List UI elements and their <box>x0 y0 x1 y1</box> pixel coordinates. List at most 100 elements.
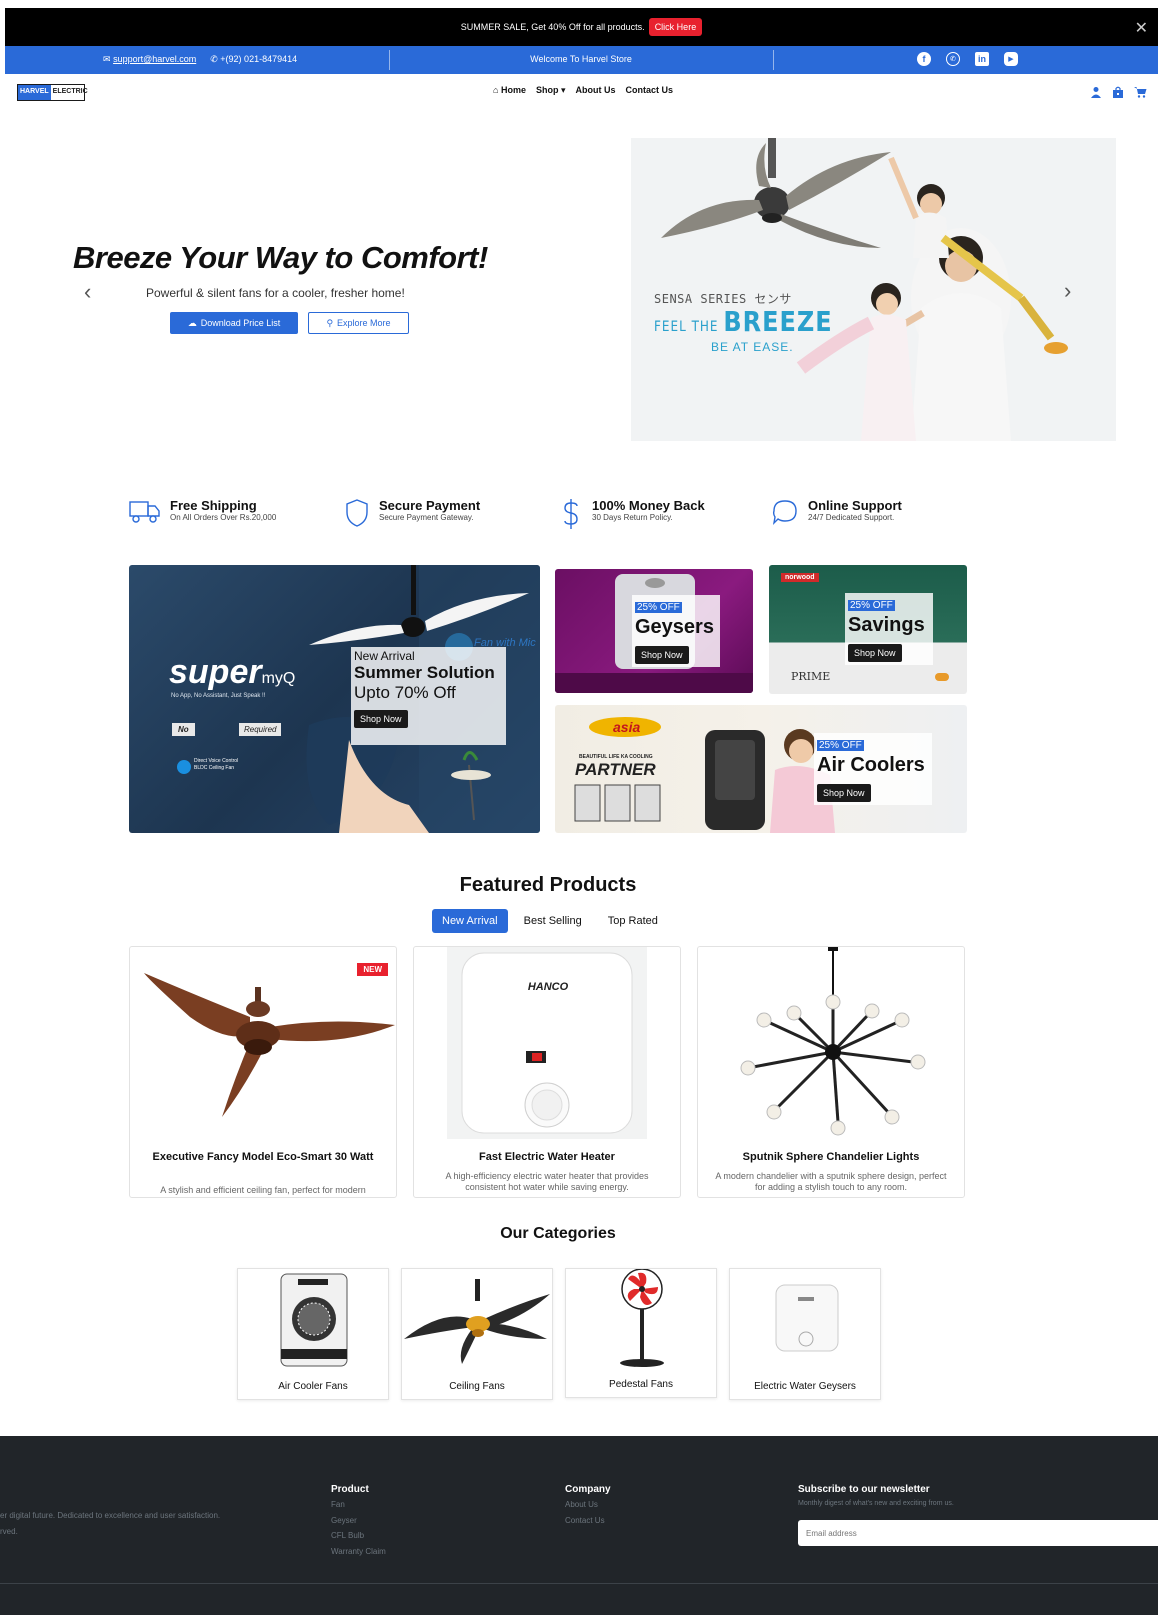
hero-banner-image: SENSA SERIES センサ FEEL THE BREEZE BE AT E… <box>631 138 1116 441</box>
click-here-button[interactable]: Click Here <box>648 18 703 36</box>
footer-link-fan[interactable]: Fan <box>331 1500 345 1509</box>
tab-new-arrival[interactable]: New Arrival <box>432 909 508 933</box>
sale-text: SUMMER SALE, Get 40% Off for all product… <box>460 22 645 32</box>
banner-new-arrival-tag: New Arrival <box>354 649 415 663</box>
hero-prev-arrow-icon[interactable]: ‹ <box>84 279 91 305</box>
banner-geysers[interactable]: 25% OFF Geysers Shop Now <box>555 569 753 693</box>
category-name: Electric Water Geysers <box>754 1381 856 1392</box>
brand-super-text: super <box>169 653 262 691</box>
water-geyser-icon <box>775 1284 839 1352</box>
category-card-pedestal-fans[interactable]: Pedestal Fans <box>565 1268 717 1398</box>
banner-air-coolers[interactable]: asia BEAUTIFUL LIFE KA COOLING PARTNER 2… <box>555 705 967 833</box>
footer-link-contact[interactable]: Contact Us <box>565 1516 605 1525</box>
shield-icon <box>346 499 368 527</box>
category-card-water-geysers[interactable]: Electric Water Geysers <box>729 1268 881 1400</box>
feature-subtitle: 24/7 Dedicated Support. <box>808 513 895 522</box>
facebook-icon[interactable]: f <box>917 52 931 66</box>
product-description: A high-efficiency electric water heater … <box>445 1171 649 1192</box>
contact-bar: ✉ support@harvel.com ✆ +(92) 021-8479414… <box>5 46 1158 74</box>
explore-more-label: Explore More <box>337 318 391 328</box>
feature-money-back: 100% Money Back 30 Days Return Policy. <box>560 498 705 530</box>
hero-image-breeze: BREEZE <box>723 305 833 339</box>
welcome-text: Welcome To Harvel Store <box>530 54 632 64</box>
header-icons <box>1090 86 1147 98</box>
discount-tag: 25% OFF <box>848 600 895 611</box>
explore-more-button[interactable]: ⚲ Explore More <box>308 312 409 334</box>
banner-main-offer: Upto 70% Off <box>354 683 456 702</box>
hero-title: Breeze Your Way to Comfort! <box>73 240 488 275</box>
banner-coolers-overlay: 25% OFF Air Coolers Shop Now <box>814 733 932 805</box>
sale-announcement-bar: SUMMER SALE, Get 40% Off for all product… <box>5 8 1158 46</box>
linkedin-icon[interactable]: in <box>975 52 989 66</box>
banner-savings-overlay: 25% OFF Savings Shop Now <box>845 593 933 665</box>
ceiling-fan-icon <box>404 1279 550 1364</box>
voice-line-1: Direct Voice Control <box>194 758 239 764</box>
feature-title: Secure Payment <box>379 498 481 513</box>
category-card-air-cooler[interactable]: Air Cooler Fans <box>237 1268 389 1400</box>
user-icon[interactable] <box>1090 86 1102 98</box>
tab-best-selling[interactable]: Best Selling <box>514 909 592 933</box>
product-card[interactable]: Sputnik Sphere Chandelier Lights A moder… <box>697 946 965 1198</box>
hero-image-headline: FEEL THE BREEZE <box>654 306 833 338</box>
product-tabs: New Arrival Best Selling Top Rated <box>432 909 668 933</box>
product-card[interactable]: HANCO Fast Electric Water Heater A high-… <box>413 946 681 1198</box>
hero-image-tagline: BE AT EASE. <box>711 340 794 354</box>
nav-about[interactable]: About Us <box>575 85 615 96</box>
tab-top-rated[interactable]: Top Rated <box>598 909 668 933</box>
footer-product-heading: Product <box>331 1484 369 1495</box>
banner-geysers-overlay: 25% OFF Geysers Shop Now <box>632 595 720 667</box>
nav-home[interactable]: ⌂ Home <box>493 85 526 96</box>
close-icon[interactable]: ✕ <box>1135 18 1148 38</box>
phone-text: +(92) 021-8479414 <box>220 54 298 64</box>
cart-icon[interactable] <box>1134 86 1147 98</box>
product-name[interactable]: Fast Electric Water Heater <box>414 1151 680 1163</box>
download-price-list-button[interactable]: ☁ Download Price List <box>170 312 298 334</box>
footer-link-about[interactable]: About Us <box>565 1500 598 1509</box>
truck-icon <box>129 501 160 523</box>
newsletter-email-input[interactable] <box>798 1520 1158 1546</box>
banner-summer-solution[interactable]: supermyQ No App, No Assistant, Just Spea… <box>129 565 540 833</box>
badge-icon <box>935 673 949 681</box>
shop-now-button[interactable]: Shop Now <box>354 710 408 728</box>
phone-link[interactable]: ✆ +(92) 021-8479414 <box>210 54 297 65</box>
harvel-logo[interactable]: HARVEL ELECTRIC <box>17 84 88 101</box>
nav-contact[interactable]: Contact Us <box>625 85 673 96</box>
product-name[interactable]: Sputnik Sphere Chandelier Lights <box>698 1151 964 1163</box>
shop-now-button[interactable]: Shop Now <box>817 784 871 802</box>
banner-no-label: No <box>172 723 195 736</box>
mic-icon <box>177 760 191 774</box>
hero-next-arrow-icon[interactable]: › <box>1064 278 1071 304</box>
whatsapp-icon[interactable]: ✆ <box>946 52 960 66</box>
footer-link-cfl-bulb[interactable]: CFL Bulb <box>331 1531 364 1540</box>
feature-online-support: Online Support 24/7 Dedicated Support. <box>772 498 902 526</box>
shop-now-button[interactable]: Shop Now <box>848 644 902 662</box>
banner-savings[interactable]: norwood PRIME 25% OFF Savings Shop Now <box>769 565 967 694</box>
shopping-bag-icon[interactable] <box>1112 86 1124 98</box>
ceiling-fan-product-image <box>144 973 395 1117</box>
category-name: Air Cooler Fans <box>278 1381 348 1392</box>
chandelier-product-image <box>740 947 926 1136</box>
nav-shop[interactable]: Shop ▾ <box>536 85 566 96</box>
category-card-ceiling-fans[interactable]: Ceiling Fans <box>401 1268 553 1400</box>
banner-geysers-title: Geysers <box>635 616 714 638</box>
banner-prime-text: PRIME <box>791 670 831 683</box>
dollar-icon <box>564 499 578 529</box>
categories-title: Our Categories <box>500 1225 616 1242</box>
banner-savings-title: Savings <box>848 614 925 636</box>
footer-link-warranty[interactable]: Warranty Claim <box>331 1547 386 1556</box>
feature-free-shipping: Free Shipping On All Orders Over Rs.20,0… <box>129 498 276 524</box>
email-text[interactable]: support@harvel.com <box>113 54 196 64</box>
feature-title: Online Support <box>808 498 902 513</box>
email-link[interactable]: ✉ support@harvel.com <box>103 54 196 65</box>
site-footer: er digital future. Dedicated to excellen… <box>0 1436 1158 1615</box>
footer-company-heading: Company <box>565 1484 611 1495</box>
product-name[interactable]: Executive Fancy Model Eco-Smart 30 Watt <box>130 1151 396 1164</box>
feature-secure-payment: Secure Payment Secure Payment Gateway. <box>345 498 480 528</box>
footer-link-geyser[interactable]: Geyser <box>331 1516 357 1525</box>
product-card[interactable]: NEW Executive Fancy Model Eco-Smart 30 W… <box>129 946 397 1198</box>
shop-now-button[interactable]: Shop Now <box>635 646 689 664</box>
feature-subtitle: Secure Payment Gateway. <box>379 513 474 522</box>
feature-title: 100% Money Back <box>592 498 705 513</box>
youtube-icon[interactable]: ▶ <box>1004 52 1018 66</box>
pedestal-fan-icon <box>620 1269 664 1367</box>
